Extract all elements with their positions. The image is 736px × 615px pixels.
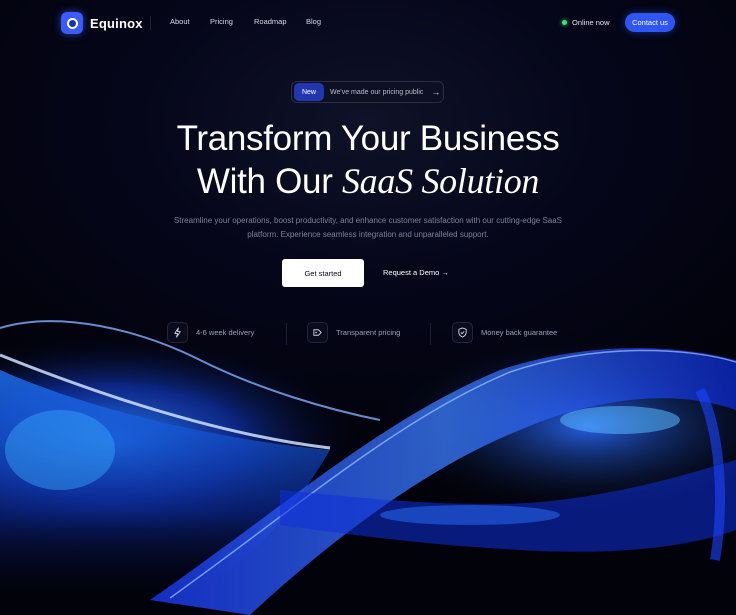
online-status: Online now bbox=[562, 18, 610, 27]
feature-delivery: 4-6 week delivery bbox=[167, 322, 254, 343]
brand-logo[interactable]: Equinox bbox=[61, 12, 143, 34]
feature-pricing: Transparent pricing bbox=[307, 322, 400, 343]
contact-us-button[interactable]: Contact us bbox=[625, 13, 675, 32]
new-badge: New bbox=[294, 83, 324, 101]
feature-guarantee-label: Money back guarantee bbox=[481, 328, 558, 337]
arrow-right-icon: → bbox=[431, 87, 441, 97]
hero-subtitle: Streamline your operations, boost produc… bbox=[173, 216, 563, 239]
features-row: 4-6 week delivery Transparent pricing Mo… bbox=[0, 322, 736, 346]
hero-title-line-1: Transform Your Business bbox=[176, 119, 560, 158]
online-dot-icon bbox=[562, 20, 567, 25]
nav-link-roadmap[interactable]: Roadmap bbox=[254, 17, 287, 26]
nav-link-about[interactable]: About bbox=[170, 17, 190, 26]
hero-title-italic: SaaS Solution bbox=[341, 161, 540, 201]
online-status-label: Online now bbox=[572, 18, 610, 27]
request-demo-link[interactable]: Request a Demo → bbox=[383, 268, 449, 277]
landing-page: Equinox About Pricing Roadmap Blog Onlin… bbox=[0, 0, 736, 615]
feature-divider bbox=[286, 323, 287, 345]
nav-link-pricing[interactable]: Pricing bbox=[210, 17, 233, 26]
hero-title: Transform Your Business With Our SaaS So… bbox=[0, 118, 736, 203]
bolt-icon bbox=[167, 322, 188, 343]
get-started-button[interactable]: Get started bbox=[282, 259, 364, 287]
brand-name: Equinox bbox=[90, 15, 143, 31]
announcement-pill[interactable]: New We've made our pricing public → bbox=[291, 81, 444, 103]
feature-pricing-label: Transparent pricing bbox=[336, 328, 401, 337]
equinox-logo-icon bbox=[61, 12, 83, 34]
shield-check-icon bbox=[452, 322, 473, 343]
feature-guarantee: Money back guarantee bbox=[452, 322, 557, 343]
hero-title-plain: With Our bbox=[196, 162, 342, 201]
nav-link-blog[interactable]: Blog bbox=[306, 17, 321, 26]
hero-glass-artwork bbox=[0, 300, 736, 615]
hero-title-line-2: With Our SaaS Solution bbox=[0, 160, 736, 203]
tag-icon bbox=[307, 322, 328, 343]
top-navbar: Equinox About Pricing Roadmap Blog Onlin… bbox=[0, 0, 736, 46]
feature-delivery-label: 4-6 week delivery bbox=[196, 328, 255, 337]
feature-divider bbox=[430, 323, 431, 345]
announcement-text: We've made our pricing public bbox=[330, 88, 424, 96]
nav-divider bbox=[150, 16, 151, 30]
